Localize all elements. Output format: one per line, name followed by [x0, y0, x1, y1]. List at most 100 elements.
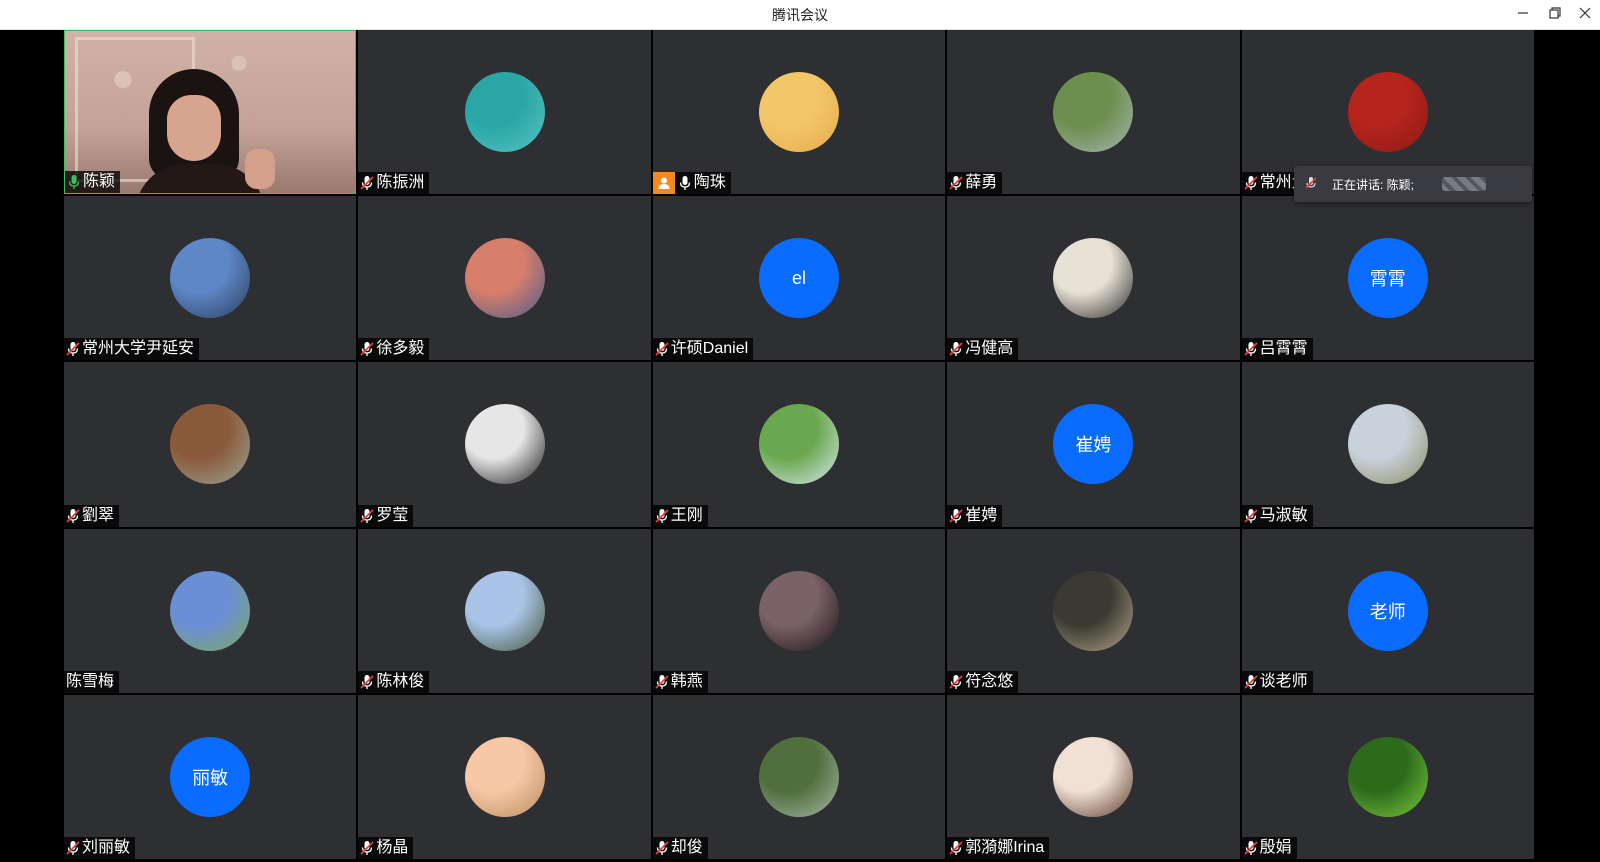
participant-name: 谈老师	[1259, 672, 1308, 690]
participant-name-label: 劉翠	[64, 504, 120, 527]
participant-name: 薛勇	[965, 174, 998, 192]
avatar	[1347, 72, 1428, 153]
participant-tile[interactable]: 罗莹	[358, 362, 651, 527]
participant-tile[interactable]: 殷娟	[1241, 694, 1534, 859]
avatar	[758, 404, 839, 485]
participant-name-label: 王刚	[652, 504, 708, 527]
muted-mic-icon	[949, 341, 963, 357]
participant-tile[interactable]: 陈雪梅	[64, 528, 357, 693]
muted-mic-icon	[1304, 176, 1318, 193]
avatar	[464, 72, 545, 153]
participant-name: 徐多毅	[376, 340, 425, 358]
participant-tile[interactable]: 马淑敏	[1241, 362, 1534, 527]
participant-name-label: 马淑敏	[1241, 504, 1313, 527]
muted-mic-icon	[360, 175, 375, 191]
minimize-button[interactable]	[1508, 0, 1538, 30]
participant-name: 劉翠	[82, 506, 115, 524]
participant-tile[interactable]: 杨晶	[358, 694, 651, 859]
avatar	[464, 570, 545, 651]
participant-name: 陈振洲	[376, 174, 425, 192]
avatar: el	[758, 238, 839, 319]
avatar	[170, 238, 251, 319]
participant-tile[interactable]: 崔娉 崔娉	[947, 362, 1240, 527]
participant-name-label: 冯健高	[947, 338, 1019, 361]
avatar	[1053, 570, 1134, 651]
restore-icon	[1549, 6, 1561, 24]
participant-name-label: 却俊	[652, 836, 708, 859]
participant-tile[interactable]: 陈振洲	[358, 30, 651, 195]
participant-tile[interactable]: 陈林俊	[358, 528, 651, 693]
participant-name-label: 崔娉	[947, 504, 1003, 527]
participant-tile[interactable]: 霄霄 吕霄霄	[1241, 196, 1534, 361]
participant-tile[interactable]: 王刚	[652, 362, 946, 527]
participant-name: 冯健高	[965, 340, 1014, 358]
host-user-icon	[652, 172, 675, 195]
avatar	[1053, 736, 1134, 817]
muted-mic-icon	[655, 341, 669, 357]
participant-tile[interactable]: 劉翠	[64, 362, 357, 527]
participant-tile[interactable]: 常州大学尹延安	[64, 196, 357, 361]
participant-tile[interactable]: 符念悠	[947, 528, 1240, 693]
muted-mic-icon	[1243, 840, 1258, 856]
participant-tile[interactable]: 老师谈老师	[1241, 528, 1534, 693]
participant-tile[interactable]: 薛勇	[947, 30, 1240, 195]
avatar	[1053, 72, 1134, 153]
avatar	[758, 570, 839, 651]
muted-mic-icon	[360, 840, 375, 856]
participant-name: 马淑敏	[1259, 506, 1308, 524]
avatar	[464, 736, 545, 817]
participant-name-label: 陶珠	[652, 172, 731, 195]
participant-name-label: 杨晶	[358, 836, 414, 859]
participant-tile[interactable]: el 许硕Daniel	[652, 196, 946, 361]
muted-mic-icon	[949, 840, 963, 856]
muted-mic-icon	[655, 840, 669, 856]
muted-mic-icon	[360, 508, 375, 524]
participant-name-label: 陈雪梅	[64, 670, 120, 693]
participant-name: 罗莹	[376, 506, 409, 524]
muted-mic-icon	[360, 674, 375, 690]
participant-tile[interactable]: 冯健高	[947, 196, 1240, 361]
avatar	[170, 570, 251, 651]
participant-name: 崔娉	[965, 506, 998, 524]
participant-video	[135, 69, 275, 194]
participant-name-label: 陈颖	[65, 171, 121, 194]
participant-tile[interactable]: 韩燕	[652, 528, 946, 693]
participant-name: 杨晶	[376, 838, 409, 856]
participant-tile[interactable]: 郭漪娜Irina	[947, 694, 1240, 859]
minimize-icon	[1517, 6, 1529, 24]
avatar: 霄霄	[1347, 238, 1428, 319]
restore-button[interactable]	[1540, 0, 1570, 30]
participant-name-label: 薛勇	[947, 172, 1003, 195]
participant-tile[interactable]: 徐多毅	[358, 196, 651, 361]
participant-tile[interactable]: 陈颖	[64, 30, 357, 195]
participant-name: 刘丽敏	[82, 838, 131, 856]
participant-name: 陈林俊	[376, 672, 425, 690]
avatar: 丽敏	[170, 736, 251, 817]
participant-name-label: 徐多毅	[358, 338, 430, 361]
participant-name-label: 许硕Daniel	[652, 338, 754, 361]
participant-name-label: 常州大学尹延安	[64, 338, 200, 361]
participant-name: 陶珠	[693, 174, 726, 192]
avatar	[758, 736, 839, 817]
participant-tile[interactable]: 陶珠	[652, 30, 946, 195]
window-title: 腾讯会议	[772, 7, 828, 23]
participant-name: 殷娟	[1259, 838, 1292, 856]
close-button[interactable]	[1570, 0, 1600, 30]
muted-mic-icon	[949, 674, 963, 690]
avatar: 老师	[1347, 570, 1428, 651]
participant-name: 陈雪梅	[66, 672, 115, 690]
avatar	[758, 72, 839, 153]
muted-mic-icon	[1243, 175, 1258, 191]
participant-name-label: 陈林俊	[358, 670, 430, 693]
participant-name: 陈颖	[83, 173, 116, 191]
muted-mic-icon	[655, 508, 669, 524]
participant-tile[interactable]: 丽敏刘丽敏	[64, 694, 357, 859]
participant-name: 符念悠	[965, 672, 1014, 690]
avatar	[464, 238, 545, 319]
avatar: 崔娉	[1053, 404, 1134, 485]
speaking-toast: 正在讲话: 陈颖;	[1294, 166, 1532, 202]
participant-name-label: 殷娟	[1241, 836, 1297, 859]
participant-tile[interactable]: 却俊	[652, 694, 946, 859]
participant-name-label: 罗莹	[358, 504, 414, 527]
muted-mic-icon	[655, 674, 669, 690]
